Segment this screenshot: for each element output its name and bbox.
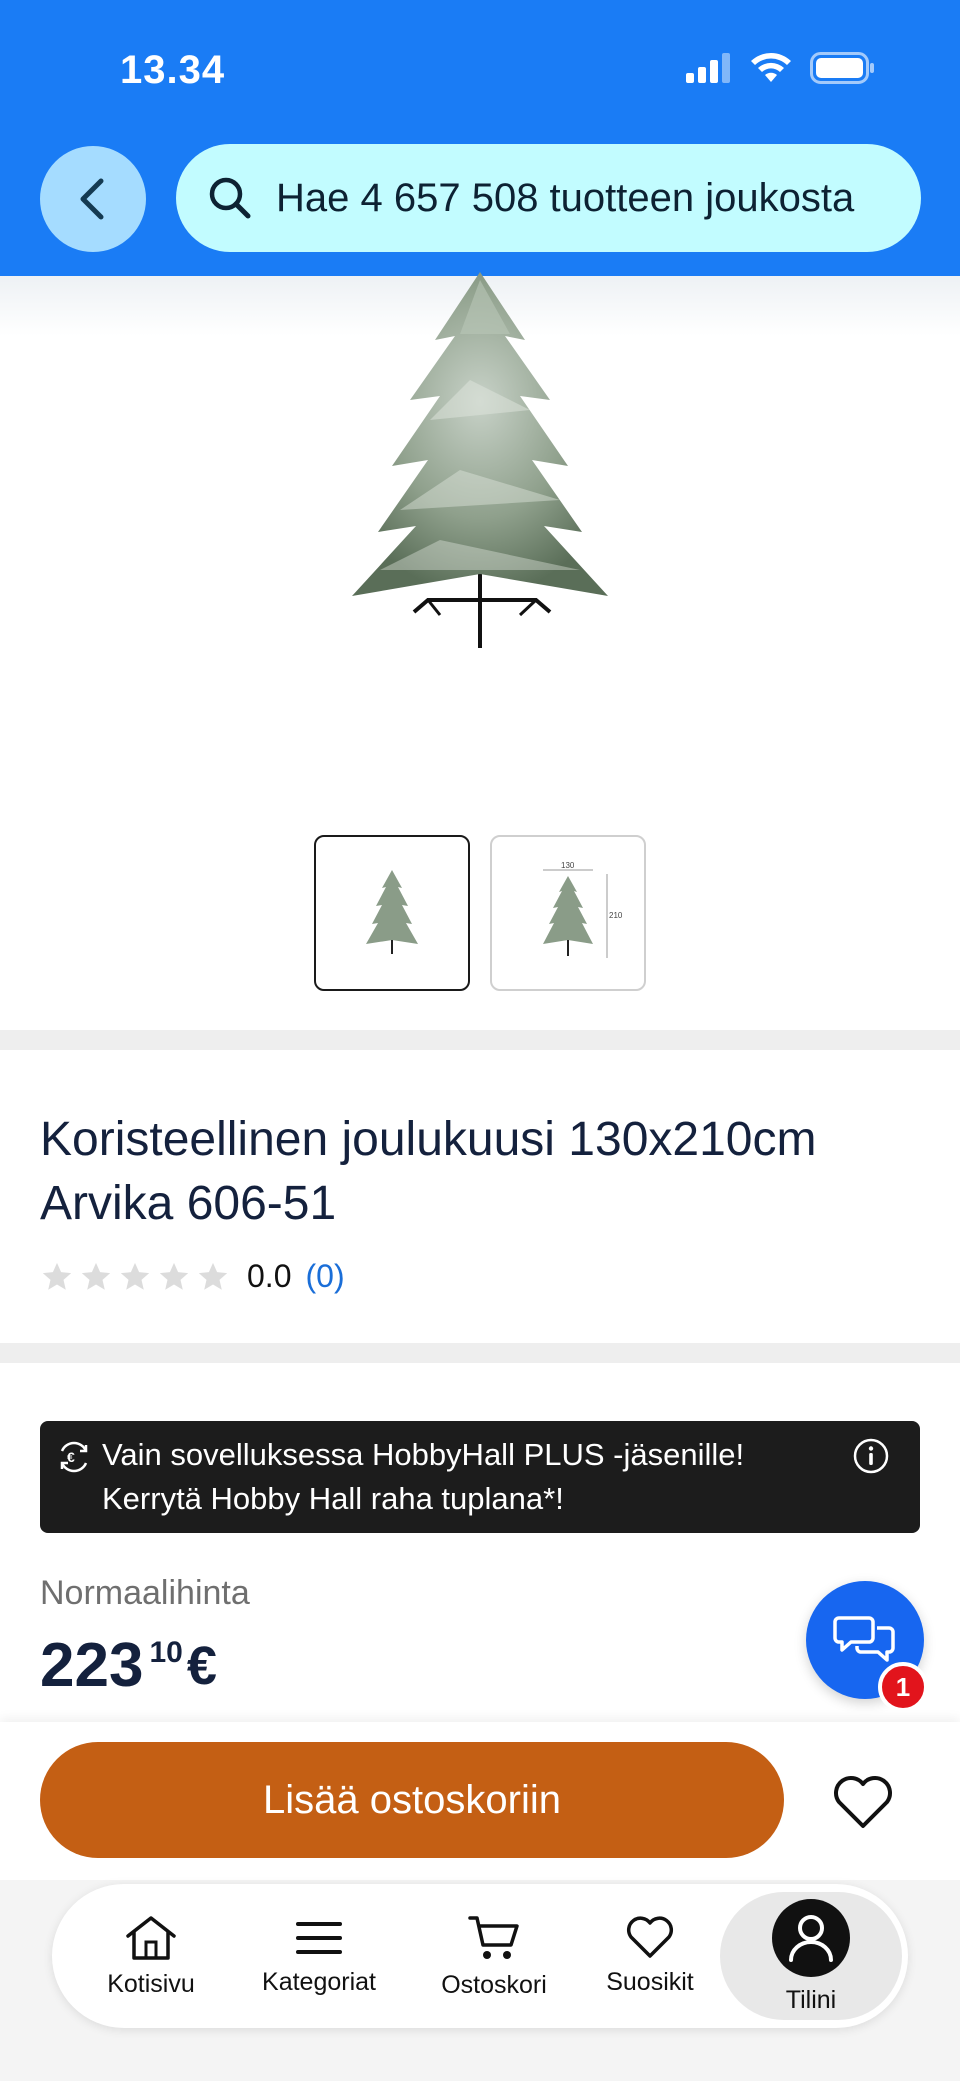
promo-line-2: Kerrytä Hobby Hall raha tuplana*! <box>102 1481 564 1516</box>
height-label: 210 <box>609 911 623 920</box>
product-image[interactable] <box>310 270 650 660</box>
account-icon <box>772 1898 850 1977</box>
plus-promo-banner[interactable]: € Vain sovelluksessa HobbyHall PLUS -jäs… <box>40 1421 920 1533</box>
price-currency: € <box>186 1636 217 1696</box>
search-placeholder: Hae 4 657 508 tuotteen joukosta <box>276 175 855 220</box>
back-button[interactable] <box>40 146 146 252</box>
heart-icon <box>626 1915 674 1958</box>
product-rating[interactable]: 0.0 (0) <box>40 1258 345 1295</box>
bottom-nav: Kotisivu Kategoriat Ostoskori Suosikit T… <box>52 1884 908 2028</box>
status-icons <box>686 52 876 84</box>
app-header: 13.34 Hae 4 657 508 tuotteen joukosta <box>0 0 960 276</box>
thumbnail-tree-dimensions[interactable]: 130 210 <box>490 835 646 991</box>
search-input[interactable]: Hae 4 657 508 tuotteen joukosta <box>176 144 921 252</box>
star-icon <box>42 1262 72 1290</box>
star-icon <box>159 1262 189 1290</box>
width-label: 130 <box>561 861 575 870</box>
heart-outline-icon <box>834 1776 892 1828</box>
add-to-cart-button[interactable]: Lisää ostoskoriin <box>40 1742 784 1858</box>
svg-text:€: € <box>67 1449 75 1465</box>
favorite-button[interactable] <box>828 1770 898 1834</box>
info-icon[interactable] <box>852 1437 890 1475</box>
nav-item-categories[interactable]: Kategoriat <box>244 1884 394 2028</box>
section-divider <box>0 1343 960 1363</box>
chat-notification-badge: 1 <box>878 1662 928 1712</box>
chevron-left-icon <box>80 178 104 220</box>
price-decimals: 10 <box>149 1636 183 1669</box>
tree-thumbnail-image <box>366 870 418 954</box>
rating-value: 0.0 <box>247 1258 292 1294</box>
status-time: 13.34 <box>120 48 226 92</box>
price-integer: 223 <box>40 1631 144 1700</box>
thumbnail-tree[interactable] <box>314 835 470 991</box>
chat-bubbles-icon <box>833 1616 895 1662</box>
promo-line-1: Vain sovelluksessa HobbyHall PLUS -jäsen… <box>102 1437 745 1472</box>
nav-item-account[interactable]: Tilini <box>738 1884 884 2028</box>
euro-cycle-icon: € <box>60 1441 88 1473</box>
price-label: Normaalihinta <box>40 1574 250 1612</box>
product-price: 223 10 € <box>40 1634 217 1698</box>
nav-label-home: Kotisivu <box>107 1969 195 1998</box>
nav-label-cart: Ostoskori <box>441 1970 547 1999</box>
star-icon <box>198 1262 228 1290</box>
nav-label-categories: Kategoriat <box>262 1967 376 1996</box>
star-icon <box>81 1262 111 1290</box>
wifi-icon <box>751 53 791 82</box>
nav-item-home[interactable]: Kotisivu <box>86 1884 216 2028</box>
battery-icon <box>810 52 874 84</box>
cart-icon <box>468 1915 519 1959</box>
rating-count-link[interactable]: (0) <box>305 1258 344 1295</box>
star-icon <box>120 1262 150 1290</box>
nav-label-favorites: Suosikit <box>606 1967 694 1996</box>
section-divider <box>0 1030 960 1050</box>
product-title: Koristeellinen joulukuusi 130x210cm Arvi… <box>40 1113 817 1230</box>
search-icon <box>209 177 251 219</box>
tree-dimensions-thumbnail-image: 130 210 <box>543 861 623 958</box>
signal-icon <box>686 53 730 83</box>
home-icon <box>126 1915 176 1960</box>
nav-label-account: Tilini <box>785 1985 837 2014</box>
nav-item-cart[interactable]: Ostoskori <box>424 1884 564 2028</box>
nav-item-favorites[interactable]: Suosikit <box>590 1884 710 2028</box>
menu-icon <box>296 1921 342 1954</box>
